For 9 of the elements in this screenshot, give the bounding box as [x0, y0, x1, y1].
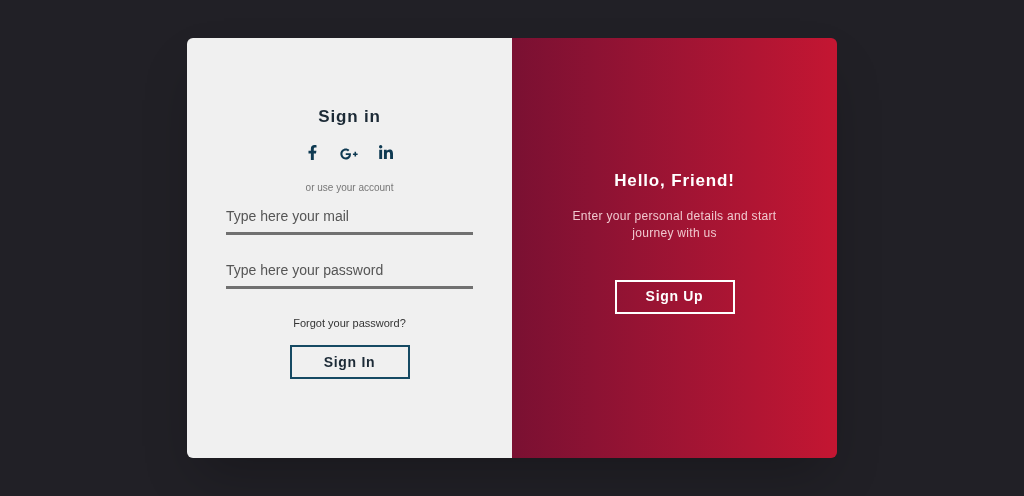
sign-in-title: Sign in	[318, 106, 381, 128]
input-field[interactable]: Type here your password	[226, 254, 473, 289]
welcome-title: Hello, Friend!	[614, 170, 735, 192]
alt-login-caption: or use your account	[305, 180, 394, 195]
input-field[interactable]: Type here your mail	[226, 200, 473, 235]
sign-up-button[interactable]: Sign Up	[614, 279, 735, 314]
sign-in-button[interactable]: Sign In	[289, 345, 410, 379]
forgot-password-link[interactable]: Forgot your password?	[293, 314, 406, 331]
welcome-text: Enter your personal details and start journey with us	[571, 207, 778, 242]
